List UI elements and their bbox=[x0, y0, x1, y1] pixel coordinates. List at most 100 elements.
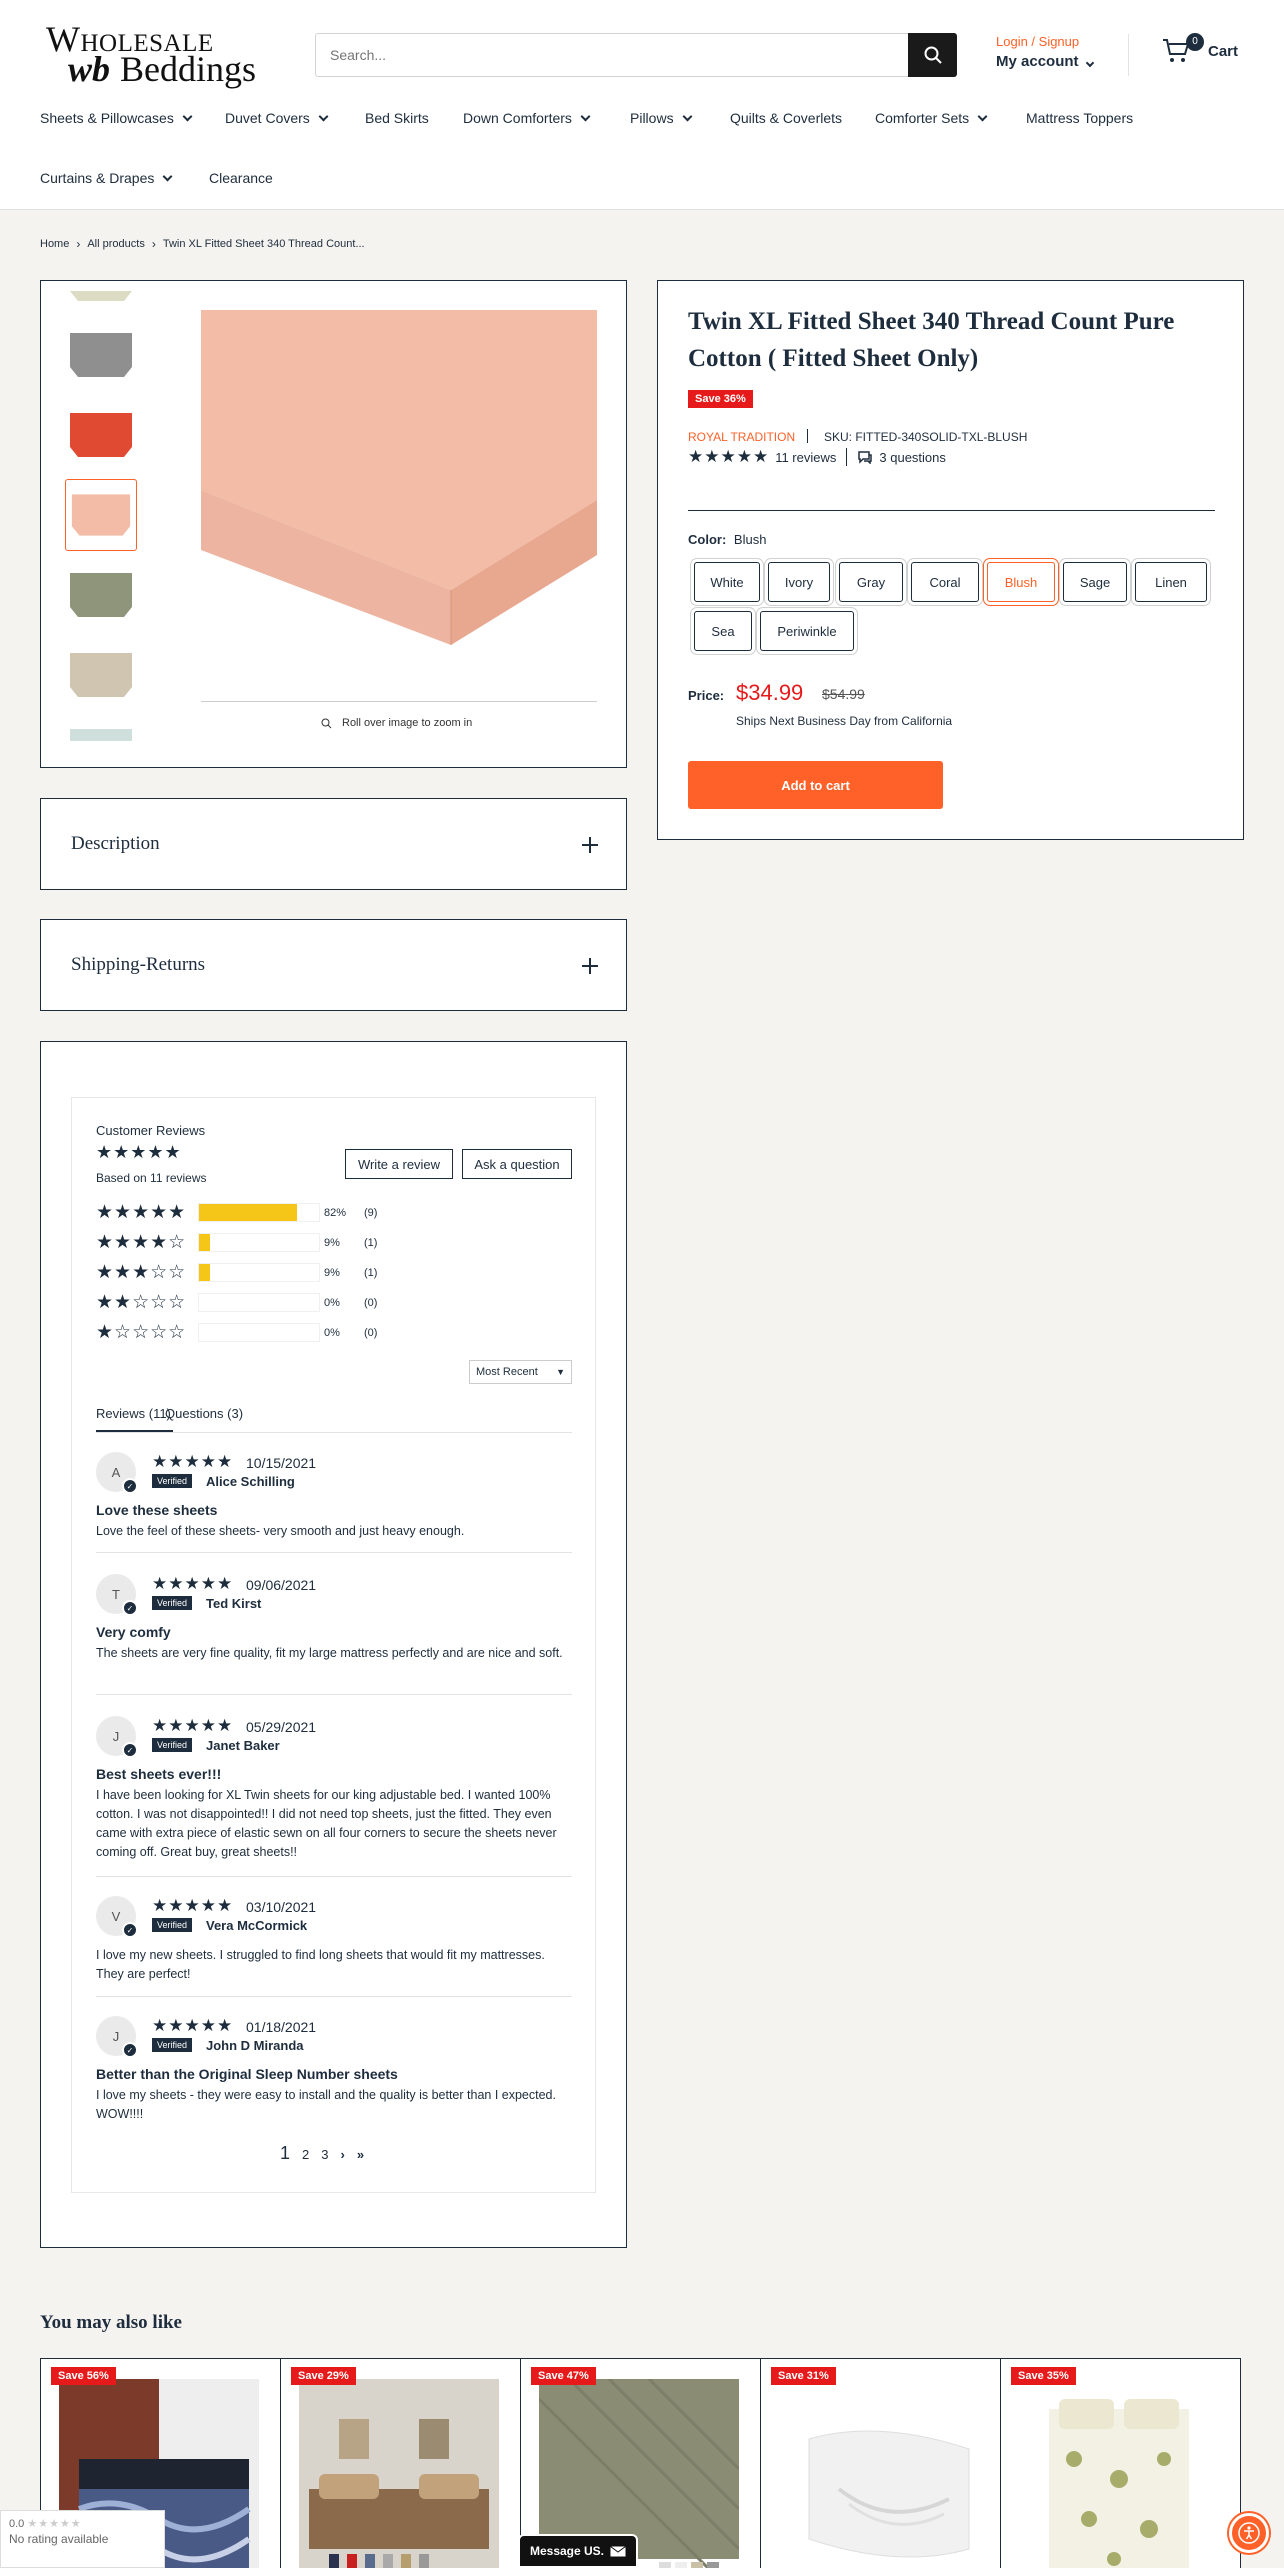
product-main-image[interactable] bbox=[201, 310, 597, 690]
cart-link[interactable]: 0 Cart bbox=[1162, 33, 1238, 64]
bar-fill bbox=[199, 1204, 298, 1221]
nav-item-sheets[interactable]: Sheets & Pillowcases bbox=[40, 110, 193, 126]
review-body: I have been looking for XL Twin sheets f… bbox=[96, 1788, 557, 1859]
thumbnail-white[interactable] bbox=[65, 291, 137, 311]
thumbnail-strip[interactable] bbox=[65, 291, 137, 741]
accessibility-button[interactable] bbox=[1229, 2513, 1269, 2553]
color-option-white[interactable]: White bbox=[694, 562, 760, 602]
breadcrumb-home[interactable]: Home bbox=[40, 238, 69, 250]
rating-bar-5[interactable]: ★★★★★ 82% (9) bbox=[96, 1201, 377, 1224]
search-icon bbox=[924, 46, 942, 64]
avatar: J ✓ bbox=[96, 2016, 138, 2058]
search-input[interactable] bbox=[316, 34, 908, 76]
chevron-down-icon bbox=[318, 111, 329, 121]
nav-item-quilts[interactable]: Quilts & Coverlets bbox=[730, 110, 842, 126]
rating-bar-3[interactable]: ★★★☆☆ 9% (1) bbox=[96, 1261, 377, 1284]
description-accordion[interactable]: Description bbox=[40, 798, 627, 890]
message-us-button[interactable]: Message US. bbox=[518, 2534, 638, 2568]
google-rating-widget[interactable]: 0.0 ★★★★★ No rating available bbox=[0, 2510, 165, 2568]
questions-link[interactable]: 3 questions bbox=[879, 450, 946, 465]
bar-stars: ★☆☆☆☆ bbox=[96, 1322, 187, 1343]
color-option-ivory[interactable]: Ivory bbox=[768, 562, 830, 602]
tab-questions[interactable]: Questions (3) bbox=[165, 1406, 243, 1421]
thumbnail-coral[interactable] bbox=[65, 399, 137, 471]
bar-track bbox=[198, 1293, 320, 1312]
sort-select[interactable]: Most Recent ▼ bbox=[469, 1360, 572, 1384]
product-card[interactable]: Save 29% bbox=[280, 2358, 521, 2568]
page-2[interactable]: 2 bbox=[302, 2147, 309, 2162]
color-option-periwinkle[interactable]: Periwinkle bbox=[760, 611, 854, 651]
nav-item-clearance[interactable]: Clearance bbox=[209, 170, 273, 186]
add-to-cart-button[interactable]: Add to cart bbox=[688, 761, 943, 809]
avatar: A ✓ bbox=[96, 1452, 138, 1494]
thumbnail-sea[interactable] bbox=[65, 715, 137, 741]
bar-count: (0) bbox=[364, 1296, 378, 1309]
chevron-right-icon: › bbox=[151, 237, 156, 251]
review-body: The sheets are very fine quality, fit my… bbox=[96, 1646, 563, 1660]
my-account-toggle[interactable]: My account bbox=[996, 53, 1094, 70]
avatar-initial: T bbox=[112, 1586, 120, 1602]
shipping-returns-accordion[interactable]: Shipping-Returns bbox=[40, 919, 627, 1011]
thumbnail-sage[interactable] bbox=[65, 559, 137, 631]
color-option-blush-selected[interactable]: Blush bbox=[987, 562, 1055, 602]
review-body: I love my sheets - they were easy to ins… bbox=[96, 2088, 556, 2121]
thumbnail-image bbox=[70, 729, 132, 741]
product-sku: SKU: FITTED-340SOLID-TXL-BLUSH bbox=[824, 430, 1028, 444]
nav-item-label: Clearance bbox=[209, 170, 273, 186]
based-on: Based on 11 reviews bbox=[96, 1171, 207, 1185]
bar-count: (1) bbox=[364, 1266, 378, 1279]
account-menu[interactable]: Login / Signup My account bbox=[996, 34, 1094, 70]
avatar: T ✓ bbox=[96, 1574, 138, 1616]
review-divider bbox=[96, 1996, 572, 1997]
plus-icon bbox=[582, 837, 598, 853]
product-gallery: Roll over image to zoom in bbox=[40, 280, 627, 768]
color-option-sea[interactable]: Sea bbox=[694, 611, 752, 651]
nav-item-down-comforters[interactable]: Down Comforters bbox=[463, 110, 591, 126]
nav-item-curtains[interactable]: Curtains & Drapes bbox=[40, 170, 173, 186]
review-date: 01/18/2021 bbox=[246, 2019, 317, 2035]
review-stars: ★★★★★ bbox=[152, 2016, 234, 2035]
reviewer-name: John D Miranda bbox=[206, 2038, 304, 2053]
nav-item-mattress-toppers[interactable]: Mattress Toppers bbox=[1026, 110, 1133, 126]
chevron-down-icon bbox=[182, 111, 193, 121]
rating-bar-1[interactable]: ★☆☆☆☆ 0% (0) bbox=[96, 1321, 377, 1344]
thumbnail-linen[interactable] bbox=[65, 639, 137, 711]
avatar-initial: J bbox=[112, 2028, 120, 2044]
rating-bar-2[interactable]: ★★☆☆☆ 0% (0) bbox=[96, 1291, 377, 1314]
thumbnail-image bbox=[70, 413, 132, 457]
verified-check-icon: ✓ bbox=[122, 2042, 138, 2058]
review-title: Love these sheets bbox=[96, 1502, 218, 1518]
breadcrumb-all-products[interactable]: All products bbox=[87, 238, 144, 250]
rating-bar-4[interactable]: ★★★★☆ 9% (1) bbox=[96, 1231, 377, 1254]
breadcrumb-current: Twin XL Fitted Sheet 340 Thread Count... bbox=[162, 238, 365, 250]
reviews-section: Customer Reviews ★★★★★ Based on 11 revie… bbox=[40, 1041, 627, 2248]
reviews-link[interactable]: 11 reviews bbox=[775, 450, 836, 465]
product-card[interactable]: Save 35% bbox=[1000, 2358, 1241, 2568]
color-option-gray[interactable]: Gray bbox=[839, 562, 903, 602]
nav-item-pillows[interactable]: Pillows bbox=[630, 110, 693, 126]
color-option-linen[interactable]: Linen bbox=[1135, 562, 1207, 602]
nav-item-bed-skirts[interactable]: Bed Skirts bbox=[365, 110, 429, 126]
ask-question-button[interactable]: Ask a question bbox=[462, 1149, 572, 1179]
nav-item-duvet-covers[interactable]: Duvet Covers bbox=[225, 110, 329, 126]
vendor-link[interactable]: ROYAL TRADITION bbox=[688, 430, 795, 444]
login-link[interactable]: Login / Signup bbox=[996, 34, 1093, 49]
next-page-icon[interactable]: › bbox=[340, 2147, 344, 2162]
reviewer-name: Ted Kirst bbox=[206, 1596, 262, 1611]
review-stars: ★★★★★ bbox=[152, 1716, 234, 1735]
product-card[interactable]: Save 31% bbox=[760, 2358, 1001, 2568]
store-logo[interactable]: Wholesale wb Beddings bbox=[40, 18, 280, 93]
rating-summary: ★★★★★ 11 reviews 3 questions bbox=[688, 447, 946, 467]
write-review-button[interactable]: Write a review bbox=[345, 1149, 453, 1179]
page-3[interactable]: 3 bbox=[321, 2147, 328, 2162]
search-button[interactable] bbox=[908, 33, 957, 77]
color-option-coral[interactable]: Coral bbox=[911, 562, 979, 602]
nav-item-comforter-sets[interactable]: Comforter Sets bbox=[875, 110, 988, 126]
product-card-image bbox=[299, 2379, 499, 2568]
color-option-sage[interactable]: Sage bbox=[1063, 562, 1127, 602]
thumbnail-blush-selected[interactable] bbox=[65, 479, 137, 551]
last-page-icon[interactable]: » bbox=[357, 2147, 364, 2162]
tab-reviews[interactable]: Reviews (11) bbox=[96, 1406, 171, 1421]
page-1-current[interactable]: 1 bbox=[280, 2143, 290, 2164]
thumbnail-gray[interactable] bbox=[65, 319, 137, 391]
